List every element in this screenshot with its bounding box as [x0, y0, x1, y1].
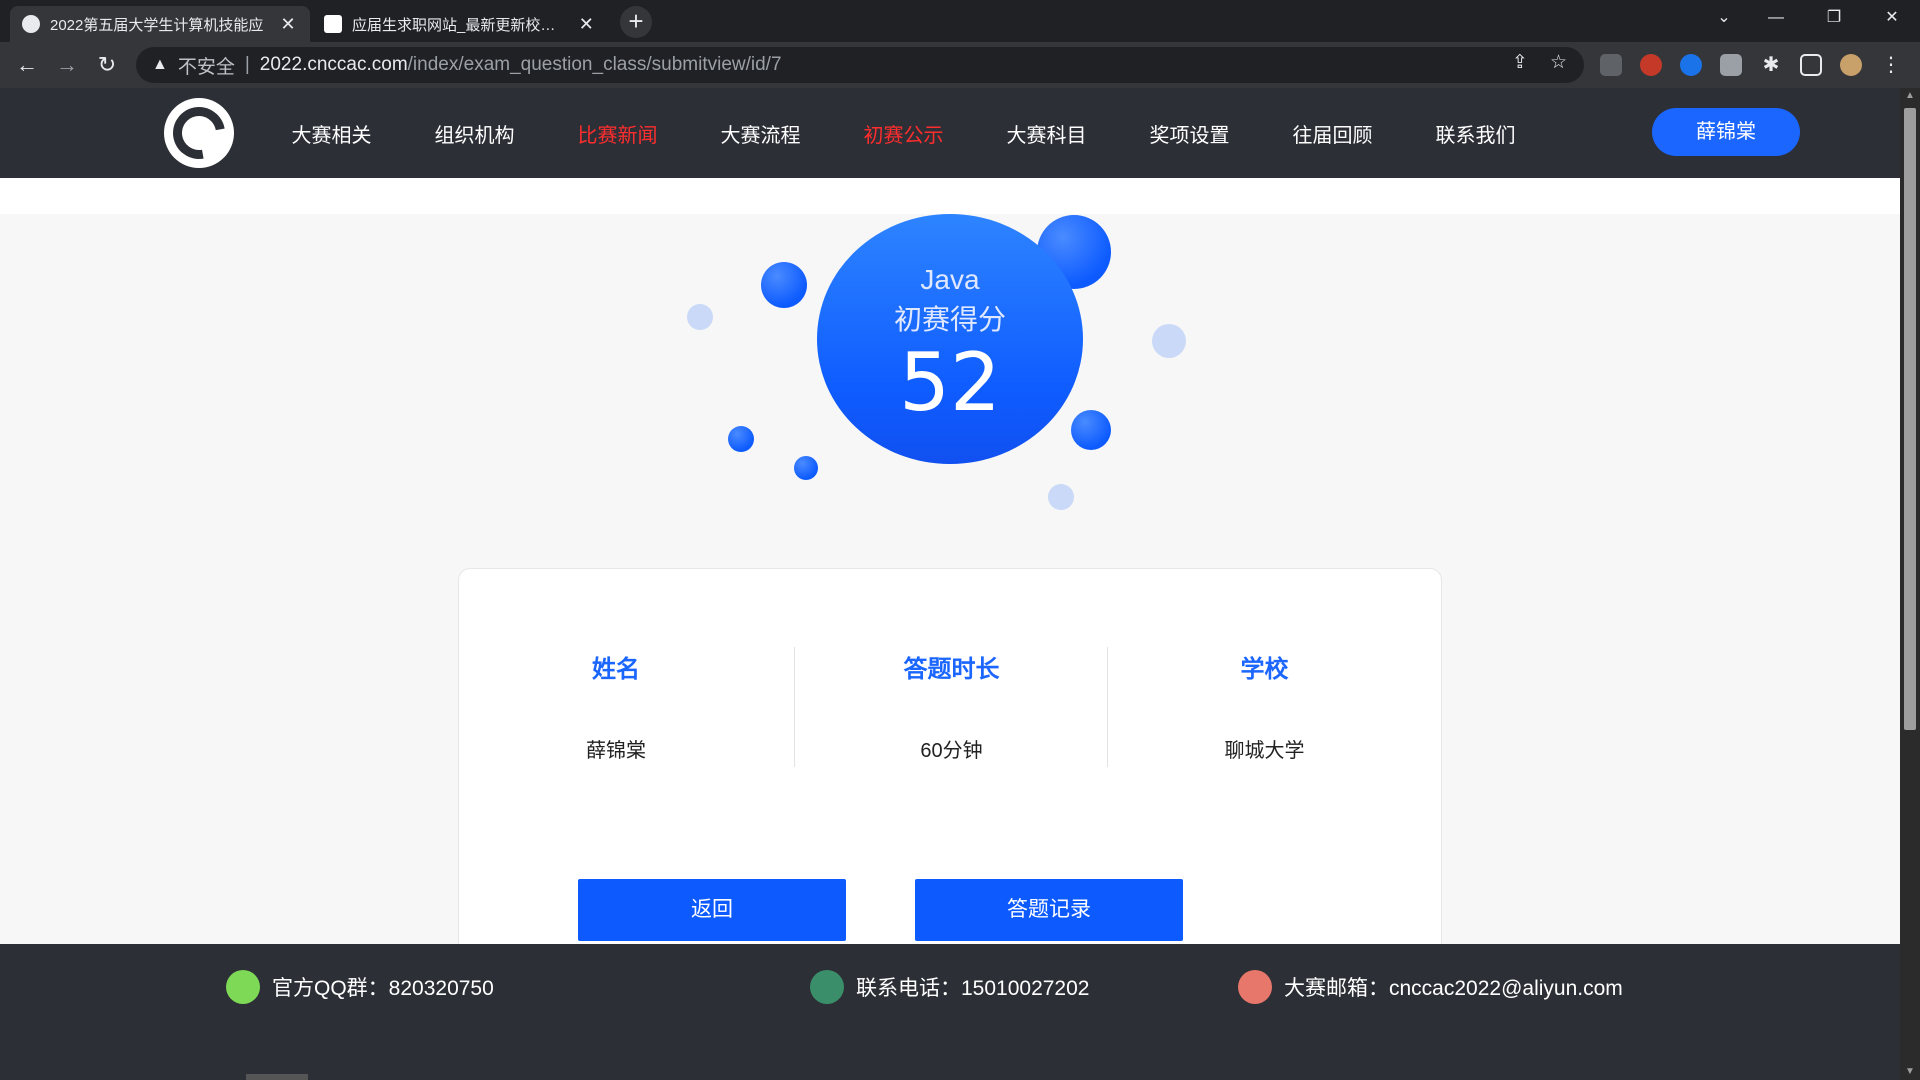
side-panel-icon[interactable] — [1800, 54, 1822, 76]
forward-icon[interactable]: → — [52, 50, 82, 80]
logo-swirl-icon — [162, 96, 236, 170]
close-icon[interactable]: ✕ — [278, 14, 298, 35]
mail-icon — [1238, 970, 1272, 1004]
decor-bubble — [728, 426, 754, 452]
decor-bubble — [761, 262, 807, 308]
info-value: 聊城大学 — [1224, 740, 1305, 762]
puzzle-icon[interactable]: ✱ — [1760, 54, 1782, 76]
user-button[interactable]: 薛锦棠 — [1652, 108, 1800, 156]
back-icon[interactable]: ← — [12, 50, 42, 80]
info-column-name: 姓名 薛锦棠 — [459, 647, 773, 767]
reload-icon[interactable]: ↻ — [92, 50, 122, 80]
score-label: 初赛得分 — [893, 304, 1006, 335]
nav-item[interactable]: 组织机构 — [403, 119, 546, 148]
site-favicon-icon — [324, 15, 342, 33]
nav-item[interactable]: 大赛相关 — [260, 119, 403, 148]
site-logo[interactable] — [162, 96, 236, 170]
decor-bubble — [1048, 484, 1074, 510]
menu-kebab-icon[interactable]: ⋮ — [1880, 54, 1902, 76]
decor-bubble — [794, 456, 818, 480]
info-heading: 姓名 — [592, 656, 640, 683]
qq-icon — [226, 970, 260, 1004]
footer-email: 大赛邮箱：cnccac2022@aliyun.com — [1238, 970, 1623, 1004]
tab-inactive[interactable]: 应届生求职网站_最新更新校园招 ✕ — [312, 6, 608, 42]
extension-icon[interactable] — [1680, 54, 1702, 76]
decor-bubble — [687, 304, 713, 330]
info-heading: 学校 — [1240, 656, 1289, 683]
footer-qq-text: 官方QQ群：820320750 — [272, 977, 494, 1000]
score-value: 52 — [899, 336, 1001, 429]
bookmark-star-icon[interactable]: ☆ — [1550, 51, 1567, 74]
close-icon[interactable]: ✕ — [577, 14, 597, 35]
browser-toolbar: ← → ↻ ▲ 不安全 | 2022.cnccac.com /index/exa… — [0, 42, 1920, 88]
info-value: 薛锦棠 — [586, 740, 646, 762]
browser-tabbar: 2022第五届大学生计算机技能应 ✕ 应届生求职网站_最新更新校园招 ✕ + ⌄… — [0, 0, 1920, 42]
page-viewport: 大赛相关 组织机构 比赛新闻 大赛流程 初赛公示 大赛科目 奖项设置 往届回顾 … — [0, 88, 1920, 1080]
new-tab-button[interactable]: + — [620, 6, 652, 38]
url-host: 2022.cnccac.com — [259, 54, 408, 75]
nav-item[interactable]: 联系我们 — [1404, 119, 1547, 148]
address-separator: | — [244, 54, 250, 75]
footer-divider — [246, 1074, 308, 1080]
footer-phone: 联系电话：15010027202 — [810, 970, 1089, 1004]
nav-item[interactable]: 奖项设置 — [1118, 119, 1261, 148]
footer-email-text: 大赛邮箱：cnccac2022@aliyun.com — [1284, 977, 1623, 1000]
scroll-up-icon[interactable]: ▲ — [1900, 88, 1920, 104]
main-nav: 大赛相关 组织机构 比赛新闻 大赛流程 初赛公示 大赛科目 奖项设置 往届回顾 … — [260, 88, 1547, 178]
extension-icon[interactable] — [1720, 54, 1742, 76]
site-favicon-icon — [22, 15, 40, 33]
nav-item[interactable]: 大赛流程 — [689, 119, 832, 148]
page-scrollbar[interactable]: ▲ ▼ — [1900, 88, 1920, 1080]
address-bar[interactable]: ▲ 不安全 | 2022.cnccac.com /index/exam_ques… — [136, 47, 1584, 83]
footer-qq: 官方QQ群：820320750 — [226, 970, 494, 1004]
answer-records-button[interactable]: 答题记录 — [915, 879, 1183, 941]
back-button[interactable]: 返回 — [578, 879, 846, 941]
nav-item[interactable]: 往届回顾 — [1261, 119, 1404, 148]
url-path: /index/exam_question_class/submitview/id… — [407, 54, 782, 75]
headset-icon — [810, 970, 844, 1004]
tab-active[interactable]: 2022第五届大学生计算机技能应 ✕ — [10, 6, 310, 42]
tab-title: 应届生求职网站_最新更新校园招 — [352, 16, 567, 34]
window-close-button[interactable]: ✕ — [1864, 0, 1920, 36]
restore-button[interactable]: ❐ — [1806, 0, 1862, 36]
info-column-duration: 答题时长 60分钟 — [794, 647, 1108, 767]
insecure-label[interactable]: 不安全 — [178, 52, 235, 79]
header-spacer — [0, 178, 1900, 214]
minimize-button[interactable]: — — [1748, 0, 1804, 36]
decor-bubble — [1152, 324, 1186, 358]
avatar[interactable] — [1840, 54, 1862, 76]
footer-phone-text: 联系电话：15010027202 — [856, 977, 1090, 1000]
result-card: 姓名 薛锦棠 答题时长 60分钟 学校 聊城大学 返回 答题记录 — [458, 568, 1442, 988]
tab-title: 2022第五届大学生计算机技能应 — [50, 16, 264, 34]
scroll-thumb[interactable] — [1904, 108, 1916, 730]
score-subject: Java — [920, 264, 980, 295]
extension-icon[interactable] — [1600, 54, 1622, 76]
info-column-school: 学校 聊城大学 — [1107, 647, 1421, 767]
nav-item[interactable]: 初赛公示 — [832, 119, 975, 148]
scroll-down-icon[interactable]: ▼ — [1900, 1064, 1920, 1080]
nav-item[interactable]: 大赛科目 — [975, 119, 1118, 148]
score-circle: Java 初赛得分 52 — [817, 214, 1083, 464]
warning-icon[interactable]: ▲ — [152, 56, 168, 74]
info-value: 60分钟 — [920, 740, 983, 762]
tab-search-icon[interactable]: ⌄ — [1696, 0, 1752, 36]
site-footer: 官方QQ群：820320750 联系电话：15010027202 大赛邮箱：cn… — [0, 944, 1900, 1080]
extension-icon[interactable] — [1640, 54, 1662, 76]
nav-item[interactable]: 比赛新闻 — [546, 119, 689, 148]
info-heading: 答题时长 — [903, 656, 1000, 683]
site-header: 大赛相关 组织机构 比赛新闻 大赛流程 初赛公示 大赛科目 奖项设置 往届回顾 … — [0, 88, 1900, 178]
share-icon[interactable]: ⇪ — [1512, 51, 1528, 74]
